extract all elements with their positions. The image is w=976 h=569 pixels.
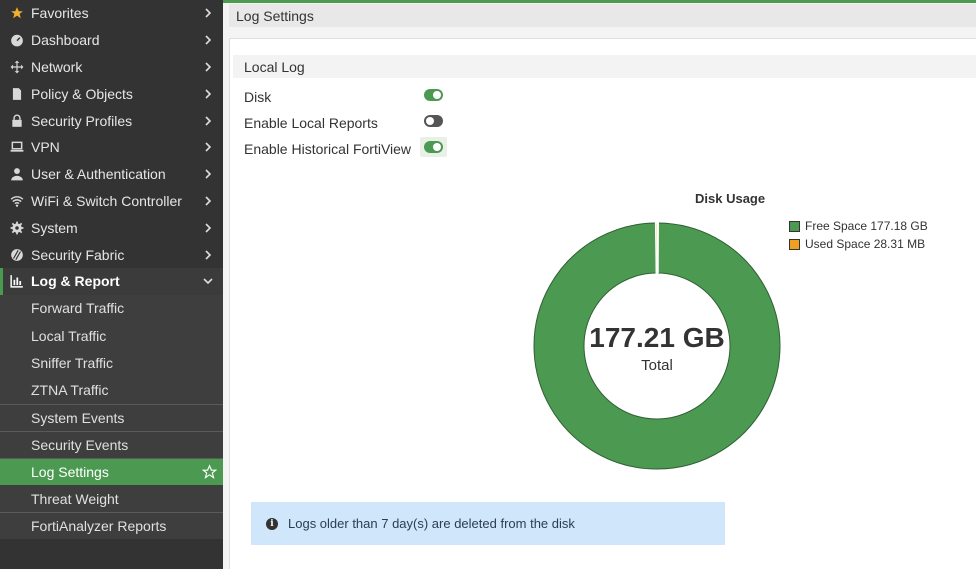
sidebar-item-wifi-switch[interactable]: WiFi & Switch Controller [0, 188, 223, 215]
network-icon [8, 58, 26, 76]
log-settings-panel: Local Log Disk Enable Local Reports Enab… [229, 38, 976, 569]
sidebar-item-label: VPN [31, 139, 60, 156]
legend-label: Used Space 28.31 MB [805, 237, 926, 251]
sidebar-item-label: Forward Traffic [31, 300, 125, 317]
historical-fortiview-toggle[interactable] [424, 141, 443, 153]
star-outline-icon[interactable] [202, 464, 217, 479]
sidebar-item-label: Local Traffic [31, 327, 107, 344]
chevron-right-icon [205, 116, 212, 126]
sidebar-item-label: Sniffer Traffic [31, 354, 113, 371]
sidebar-item-security-profiles[interactable]: Security Profiles [0, 107, 223, 134]
option-enable-historical-fortiview: Enable Historical FortiView [244, 137, 447, 159]
sidebar-item-network[interactable]: Network [0, 54, 223, 81]
sidebar: Favorites Dashboard Network Policy & Obj… [0, 0, 223, 569]
sidebar-item-label: Log Settings [31, 463, 109, 480]
option-label: Enable Local Reports [244, 115, 378, 131]
chart-legend: Free Space 177.18 GB Used Space 28.31 MB [789, 217, 928, 253]
sidebar-item-label: FortiAnalyzer Reports [31, 518, 167, 535]
sidebar-item-label: Security Events [31, 436, 129, 453]
disk-usage-donut: 177.21 GB Total [533, 222, 781, 470]
disk-toggle[interactable] [424, 89, 443, 101]
legend-swatch-used [789, 238, 800, 250]
chevron-right-icon [205, 196, 212, 206]
chevron-right-icon [205, 62, 212, 72]
chevron-right-icon [205, 89, 212, 99]
sidebar-item-log-report[interactable]: Log & Report [0, 267, 223, 295]
sidebar-item-vpn[interactable]: VPN [0, 134, 223, 161]
info-message: i Logs older than 7 day(s) are deleted f… [251, 502, 725, 545]
local-reports-toggle[interactable] [424, 115, 443, 127]
chevron-right-icon [205, 223, 212, 233]
chevron-right-icon [205, 8, 212, 18]
chevron-right-icon [205, 169, 212, 179]
chevron-right-icon [205, 142, 212, 152]
sidebar-item-label: ZTNA Traffic [31, 381, 109, 398]
option-enable-local-reports: Enable Local Reports [244, 113, 443, 133]
sidebar-item-user-authentication[interactable]: User & Authentication [0, 161, 223, 188]
sidebar-subitem-system-events[interactable]: System Events [0, 403, 223, 431]
sidebar-item-label: WiFi & Switch Controller [31, 192, 182, 209]
sidebar-item-label: User & Authentication [31, 166, 166, 183]
section-header-local-log: Local Log [233, 55, 976, 78]
sidebar-item-label: Log & Report [31, 273, 120, 290]
sidebar-item-favorites[interactable]: Favorites [0, 0, 223, 27]
sidebar-item-label: Favorites [31, 5, 89, 22]
sidebar-subitem-sniffer-traffic[interactable]: Sniffer Traffic [0, 349, 223, 377]
info-icon: i [266, 517, 278, 530]
sidebar-item-label: System [31, 219, 78, 236]
sidebar-subitem-fortianalyzer-reports[interactable]: FortiAnalyzer Reports [0, 512, 223, 540]
donut-center-value: 177.21 GB [589, 322, 724, 353]
sidebar-item-label: Network [31, 58, 83, 75]
sidebar-item-label: Security Fabric [31, 246, 125, 263]
lock-icon [8, 112, 26, 130]
sidebar-subitem-local-traffic[interactable]: Local Traffic [0, 321, 223, 350]
sidebar-item-label: Threat Weight [31, 490, 119, 507]
info-text: Logs older than 7 day(s) are deleted fro… [288, 516, 575, 531]
wifi-icon [8, 192, 26, 210]
chart-title: Disk Usage [695, 191, 766, 206]
chevron-right-icon [205, 249, 212, 260]
option-label: Disk [244, 89, 272, 105]
legend-swatch-free [789, 220, 800, 232]
policy-icon [8, 85, 26, 103]
sidebar-subitem-ztna-traffic[interactable]: ZTNA Traffic [0, 376, 223, 404]
chevron-right-icon [205, 35, 212, 45]
dashboard-icon [8, 31, 26, 49]
legend-item-free[interactable]: Free Space 177.18 GB [789, 217, 928, 235]
sidebar-item-dashboard[interactable]: Dashboard [0, 27, 223, 54]
sidebar-item-label: System Events [31, 409, 125, 426]
chevron-down-icon [203, 278, 213, 285]
sidebar-subitem-log-settings[interactable]: Log Settings [0, 457, 223, 486]
sidebar-subitem-security-events[interactable]: Security Events [0, 430, 223, 458]
option-disk: Disk [244, 87, 443, 107]
chart-icon [8, 272, 26, 290]
page-title: Log Settings [229, 4, 976, 27]
fabric-icon [8, 246, 26, 264]
sidebar-item-policy-objects[interactable]: Policy & Objects [0, 80, 223, 107]
star-icon [8, 4, 26, 22]
sidebar-item-label: Dashboard [31, 32, 100, 49]
sidebar-item-security-fabric[interactable]: Security Fabric [0, 241, 223, 268]
top-accent-bar [223, 0, 976, 3]
legend-label: Free Space 177.18 GB [805, 219, 928, 233]
sidebar-item-label: Policy & Objects [31, 85, 133, 102]
legend-item-used[interactable]: Used Space 28.31 MB [789, 235, 928, 253]
laptop-icon [8, 138, 26, 156]
gear-icon [8, 219, 26, 237]
sidebar-subitem-forward-traffic[interactable]: Forward Traffic [0, 294, 223, 322]
sidebar-item-label: Security Profiles [31, 112, 133, 129]
option-label: Enable Historical FortiView [244, 141, 412, 157]
sidebar-item-system[interactable]: System [0, 214, 223, 241]
sidebar-subitem-threat-weight[interactable]: Threat Weight [0, 485, 223, 513]
donut-center-label: Total [641, 357, 673, 374]
user-icon [8, 165, 26, 183]
